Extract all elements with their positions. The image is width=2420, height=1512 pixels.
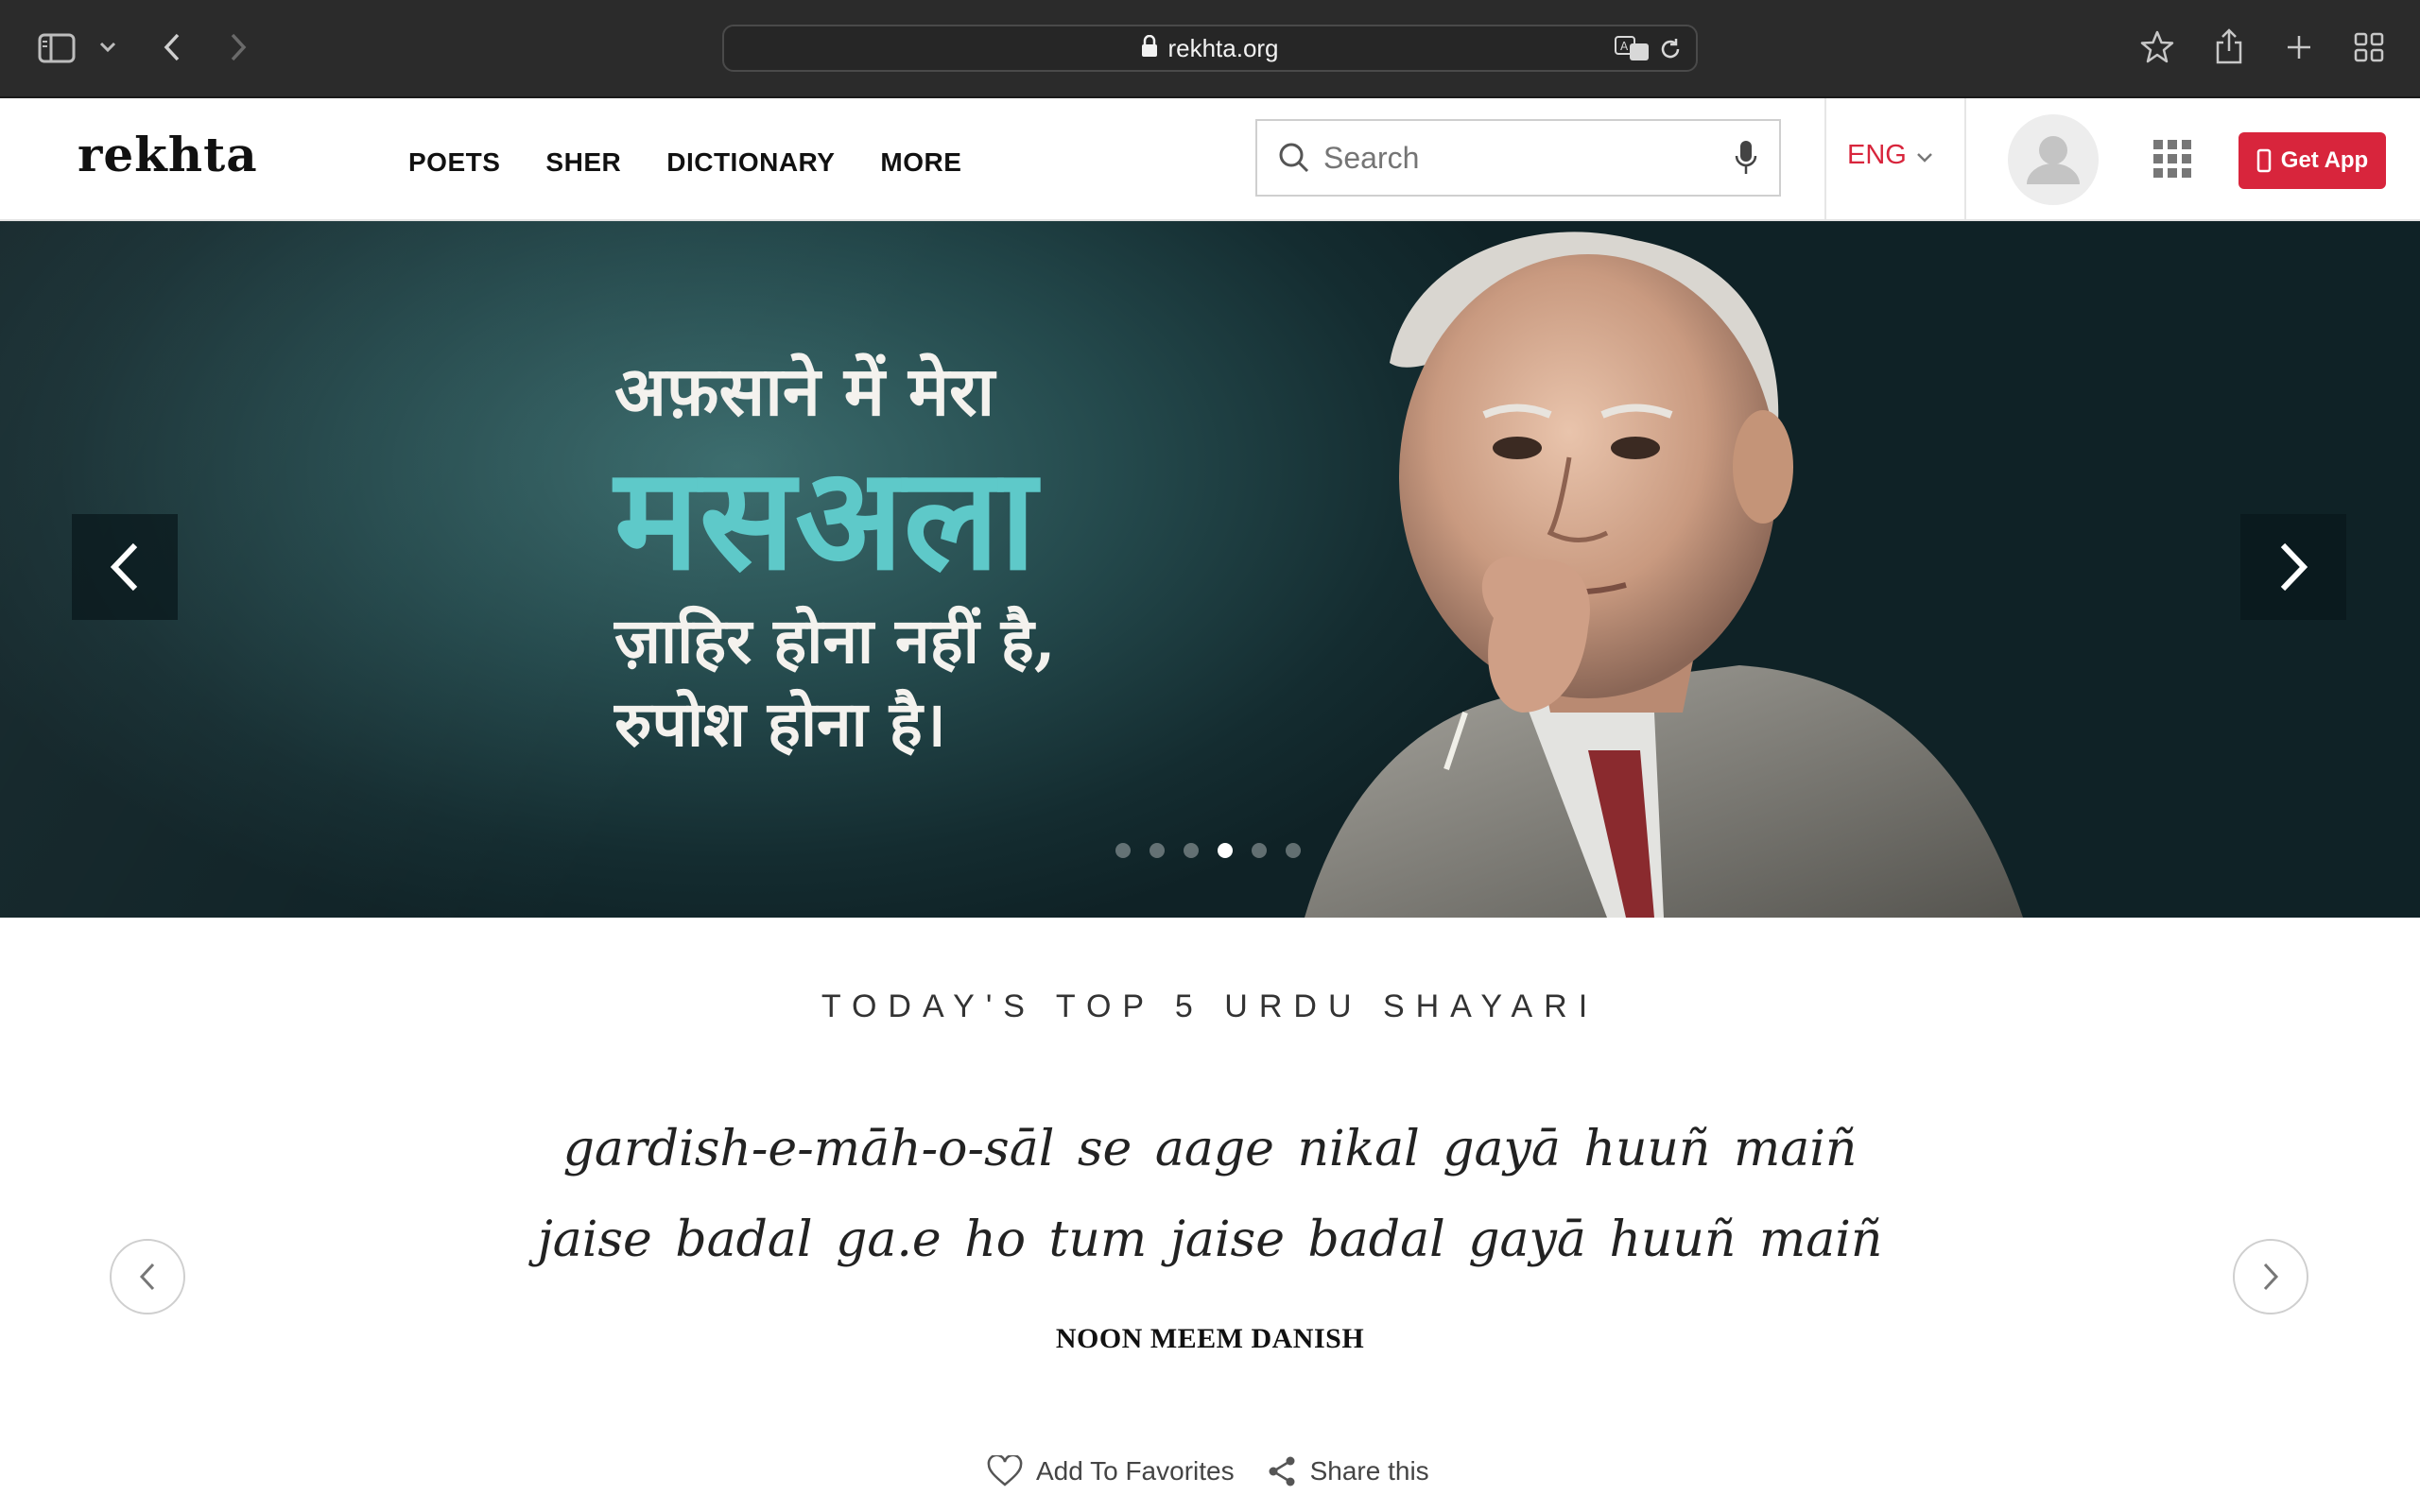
shayari-prev-button[interactable] bbox=[110, 1239, 185, 1314]
svg-text:A: A bbox=[1620, 40, 1629, 53]
nav-poets[interactable]: POETS bbox=[408, 147, 500, 178]
hero-line-4: रुपोश होना है। bbox=[614, 687, 946, 761]
mobile-phone-icon bbox=[2256, 148, 2272, 173]
hero-prev-button[interactable] bbox=[72, 514, 178, 620]
share-icon[interactable] bbox=[2210, 25, 2248, 68]
section-title: TODAY'S TOP 5 URDU SHAYARI bbox=[821, 988, 1599, 1024]
tab-grid-icon[interactable] bbox=[2350, 28, 2388, 66]
search-input[interactable] bbox=[1322, 139, 1722, 177]
search-icon bbox=[1278, 142, 1310, 174]
plus-icon[interactable] bbox=[2280, 28, 2318, 66]
header-divider bbox=[1824, 98, 1826, 219]
url-text: rekhta.org bbox=[1167, 33, 1279, 62]
back-icon[interactable] bbox=[155, 28, 189, 66]
hero-line-3: ज़ाहिर होना नहीं है, bbox=[614, 604, 1056, 678]
language-label: ENG bbox=[1847, 140, 1907, 170]
chevron-left-icon bbox=[110, 542, 138, 592]
forward-icon[interactable] bbox=[221, 28, 255, 66]
carousel-dot[interactable] bbox=[1184, 843, 1199, 858]
language-selector[interactable]: ENG bbox=[1847, 140, 1933, 171]
browser-toolbar: rekhta.org A bbox=[0, 0, 2420, 98]
address-bar[interactable]: rekhta.org A bbox=[722, 25, 1698, 72]
couplet-line-1[interactable]: gardish-e-māh-o-sāl se aage nikal gayā h… bbox=[0, 1121, 2420, 1177]
chevron-down-icon[interactable] bbox=[96, 36, 119, 59]
chevron-right-icon bbox=[2263, 1263, 2279, 1291]
user-avatar[interactable] bbox=[2008, 114, 2099, 205]
carousel-dots bbox=[1115, 843, 1301, 858]
get-app-button[interactable]: Get App bbox=[2238, 132, 2386, 189]
hero-couplet: अफ़साने में मेरा मसअला ज़ाहिर होना नहीं … bbox=[614, 344, 1056, 765]
translate-icon[interactable]: A bbox=[1615, 35, 1651, 66]
hero-line-1: अफ़साने में मेरा bbox=[614, 351, 995, 431]
microphone-icon[interactable] bbox=[1734, 139, 1758, 177]
poet-portrait-image bbox=[1305, 232, 2023, 918]
search-box bbox=[1255, 119, 1781, 197]
carousel-dot[interactable] bbox=[1115, 843, 1131, 858]
carousel-dot[interactable] bbox=[1286, 843, 1301, 858]
user-icon bbox=[2027, 136, 2080, 184]
site-header: rekhta POETS SHER DICTIONARY MORE ENG Ge… bbox=[0, 98, 2420, 221]
sidebar-icon[interactable] bbox=[36, 30, 78, 66]
reload-icon[interactable] bbox=[1658, 37, 1683, 66]
nav-more[interactable]: MORE bbox=[880, 147, 961, 178]
nav-dictionary[interactable]: DICTIONARY bbox=[666, 147, 835, 178]
chevron-down-icon bbox=[1916, 140, 1933, 171]
hero-line-2: मसअला bbox=[614, 436, 1037, 602]
star-icon[interactable] bbox=[2136, 26, 2178, 68]
carousel-dot[interactable] bbox=[1150, 843, 1165, 858]
header-divider bbox=[1964, 98, 1966, 219]
share-link[interactable]: Share this bbox=[1310, 1456, 1429, 1486]
poet-name[interactable]: NOON MEEM DANISH bbox=[0, 1323, 2420, 1355]
site-logo[interactable]: rekhta bbox=[78, 127, 258, 182]
chevron-right-icon bbox=[2280, 542, 2308, 592]
get-app-label: Get App bbox=[2280, 147, 2369, 173]
hero-next-button[interactable] bbox=[2240, 514, 2346, 620]
couplet-line-2[interactable]: jaise badal ga.e ho tum jaise badal gayā… bbox=[0, 1211, 2420, 1268]
carousel-dot[interactable] bbox=[1218, 843, 1233, 858]
lock-icon bbox=[1141, 34, 1158, 62]
apps-grid-icon[interactable] bbox=[2153, 140, 2191, 178]
share-icon[interactable] bbox=[1267, 1455, 1297, 1487]
add-favorites-link[interactable]: Add To Favorites bbox=[1036, 1456, 1235, 1486]
shayari-next-button[interactable] bbox=[2233, 1239, 2308, 1314]
nav-sher[interactable]: SHER bbox=[545, 147, 621, 178]
hero-banner: अफ़साने में मेरा मसअला ज़ाहिर होना नहीं … bbox=[0, 221, 2420, 918]
shayari-actions: Add To Favorites Share this bbox=[987, 1455, 1429, 1487]
heart-icon[interactable] bbox=[987, 1455, 1023, 1487]
carousel-dot[interactable] bbox=[1252, 843, 1267, 858]
main-nav: POETS SHER DICTIONARY MORE bbox=[408, 147, 961, 178]
chevron-left-icon bbox=[139, 1263, 155, 1291]
